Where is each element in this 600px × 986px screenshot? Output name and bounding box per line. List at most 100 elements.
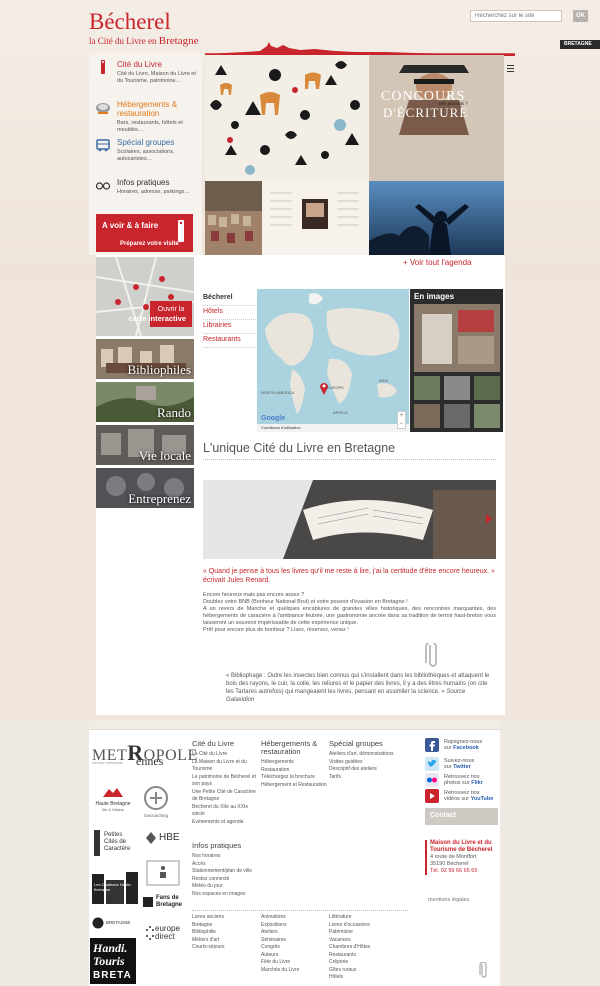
vie-locale-box[interactable]: Vie locale <box>96 425 194 465</box>
menu-toggle-icon[interactable] <box>507 65 514 74</box>
petites-cites-logo[interactable]: Petites Cités de Caractère <box>92 828 134 862</box>
fans-bretagne-logo[interactable]: Fans de Bretagne <box>142 895 186 911</box>
google-map[interactable]: NORTH AMERICA EUROPE ASIA AFRICA + − Goog… <box>257 289 409 432</box>
chateaux-logo[interactable]: Les Chateaux Haute-Bretagne <box>90 868 140 908</box>
footer-link[interactable]: Une Petite Cité de Caractère de Bretagne <box>192 789 257 804</box>
footer-tag[interactable]: Vacances <box>329 937 399 945</box>
footer-tag[interactable]: Bibliophilie <box>192 929 258 937</box>
footer-heading[interactable]: Spécial groupes <box>329 740 399 748</box>
gallery-thumbnails[interactable] <box>414 304 500 430</box>
interactive-map-box[interactable]: Ouvrir la carte interactive <box>96 257 194 336</box>
haute-bretagne-logo[interactable]: Haute Bretagne Ille & Vilaine <box>92 787 134 815</box>
a-voir-button[interactable]: A voir & à faire Préparez votre visite <box>96 214 193 252</box>
footer-heading[interactable]: Hébergements & restauration <box>261 740 327 756</box>
footer-tag[interactable]: Hôtels <box>329 974 399 982</box>
footer-link[interactable]: Restez connecté <box>192 876 272 884</box>
illustration-tile[interactable] <box>205 55 369 181</box>
footer-link[interactable]: Restauration <box>261 767 327 775</box>
footer-link[interactable]: La Cité du Livre <box>192 751 257 759</box>
footer-tag[interactable]: Métiers d'art <box>192 937 258 945</box>
legal-link[interactable]: mentions légales <box>428 897 469 903</box>
footer-heading[interactable]: Cité du Livre <box>192 740 257 748</box>
footer-link[interactable]: Téléchargez la brochure <box>261 774 327 782</box>
theatre-tile[interactable] <box>369 181 504 255</box>
footer-link[interactable]: Visites guidées <box>329 759 399 767</box>
footer-tag[interactable]: Expositions <box>261 922 327 930</box>
footer-link[interactable]: Hébergement et Restauration <box>261 782 327 790</box>
subnav-hotels[interactable]: Hôtels <box>203 306 256 320</box>
bibliophiles-box[interactable]: Bibliophiles <box>96 339 194 379</box>
facebook-link[interactable]: Rejoignez-nous sur Facebook <box>425 738 505 758</box>
rando-box[interactable]: Rando <box>96 382 194 422</box>
footer-link[interactable]: Accès <box>192 861 272 869</box>
footer-tag[interactable]: Restaurants <box>329 952 399 960</box>
subnav-becherel[interactable]: Bécherel <box>203 292 256 306</box>
map-terms-link[interactable]: Conditions d'utilisation <box>261 425 301 430</box>
entreprenez-box[interactable]: Entreprenez <box>96 468 194 508</box>
handi-tourisme-logo[interactable]: Handi. Touris BRETA <box>90 938 136 984</box>
logo-text: de <box>171 895 179 901</box>
footer-link[interactable]: Météo du jour <box>192 883 272 891</box>
footer-tag[interactable]: Congrès <box>261 944 327 952</box>
footer-link[interactable]: Descriptif des ateliers <box>329 766 399 774</box>
intro-line-1: Encore heureux mais pas encore assez ? <box>203 592 305 598</box>
footer-tag[interactable]: Animations <box>261 914 327 922</box>
animal-pattern-illustration <box>210 61 360 175</box>
books-tile[interactable] <box>205 181 262 255</box>
site-logo[interactable]: Bécherel la Cité du Livre en Bretagne <box>89 9 198 48</box>
footer-link[interactable]: Bécherel du XIIe au XXIe siècle <box>192 804 257 819</box>
geocaching-logo[interactable]: Geocaching <box>140 785 172 819</box>
youtube-link[interactable]: Retrouvez nos vidéos sur YouTube <box>425 789 505 809</box>
footer-link[interactable]: La Maison du Livre et du Tourisme <box>192 759 257 774</box>
hbe-logo[interactable]: HBE <box>146 831 186 845</box>
search-input[interactable] <box>470 10 562 22</box>
footer-tag[interactable]: Courts-séjours <box>192 944 258 952</box>
rando-label: Rando <box>157 405 191 420</box>
footer-tag[interactable]: Auteurs <box>261 952 327 960</box>
footer-tag[interactable]: Gîtes ruraux <box>329 967 399 975</box>
footer-tag[interactable]: Séminaires <box>261 937 327 945</box>
footer-link[interactable]: Evénements et agenda <box>192 819 257 827</box>
poster-tile[interactable] <box>262 181 369 255</box>
menu-item-groupes[interactable]: Spécial groupes Scolaires, associations,… <box>89 135 202 173</box>
europe-direct-logo[interactable]: europe direct <box>145 921 185 947</box>
footer-tag[interactable]: Fête du Livre <box>261 959 327 967</box>
footer-tag[interactable]: Littérature <box>329 914 399 922</box>
social-network-name: Facebook <box>453 745 479 751</box>
intro-line-3: A un revers de Manche et quelques encabl… <box>203 606 496 626</box>
footer-tag[interactable]: Marchés du Livre <box>261 967 327 975</box>
footer-heading[interactable]: Infos pratiques <box>192 842 272 850</box>
footer-tag[interactable]: Livres d'occasions <box>329 922 399 930</box>
footer-tag[interactable]: Chambres d'Hôtes <box>329 944 399 952</box>
footer-tag[interactable]: Patrimoine <box>329 929 399 937</box>
bretagne-footer-logo[interactable]: BRETAGNE <box>92 917 132 931</box>
footer-tag[interactable]: Crêperie <box>329 959 399 967</box>
address-phone[interactable]: Tél. 02 99 66 65 65 <box>430 868 498 875</box>
subnav-restaurants[interactable]: Restaurants <box>203 334 256 348</box>
menu-item-cite[interactable]: Cité du Livre Cité du Livre, Maison du L… <box>89 57 202 101</box>
footer-link[interactable]: Nos espaces en images <box>192 891 272 899</box>
footer-link[interactable]: Stationnement/plan de ville <box>192 868 272 876</box>
footer-link[interactable]: Nos horaires <box>192 853 272 861</box>
footer-tag[interactable]: Ateliers <box>261 929 327 937</box>
footer-tag[interactable]: Livres anciens <box>192 914 258 922</box>
footer-link[interactable]: Hébergements <box>261 759 327 767</box>
agenda-link[interactable]: + Voir tout l'agenda <box>403 258 471 267</box>
footer-link[interactable]: Le patrimoine de Bécherel et son pays <box>192 774 257 789</box>
rennes-metropole-logo[interactable]: METROPOLE ennes rennes métropole <box>92 740 197 770</box>
footer-link[interactable]: Ateliers d'art, démonstrations <box>329 751 399 759</box>
site-title: Bécherel <box>89 9 171 34</box>
contact-button[interactable]: Contact <box>425 808 498 825</box>
search-button[interactable]: OK <box>573 10 588 22</box>
bretagne-badge[interactable]: BRETAGNE <box>560 40 600 49</box>
footer-link[interactable]: Tarifs <box>329 774 399 782</box>
slide-next-icon[interactable] <box>485 514 493 524</box>
accessibility-logo[interactable] <box>146 860 182 888</box>
menu-item-infos[interactable]: Infos pratiques Horaires, adresse, parki… <box>89 175 202 215</box>
subnav-librairies[interactable]: Librairies <box>203 320 256 334</box>
map-zoom-control[interactable]: + − <box>397 411 406 429</box>
footer-tag[interactable]: Bretagne <box>192 922 258 930</box>
menu-item-hebergements[interactable]: Hébergements & restauration Bars, restau… <box>89 97 202 135</box>
concours-tile[interactable]: CONCOURS D'ÉCRITURE très portraits ? <box>369 55 504 181</box>
book-marker-icon <box>101 60 105 74</box>
